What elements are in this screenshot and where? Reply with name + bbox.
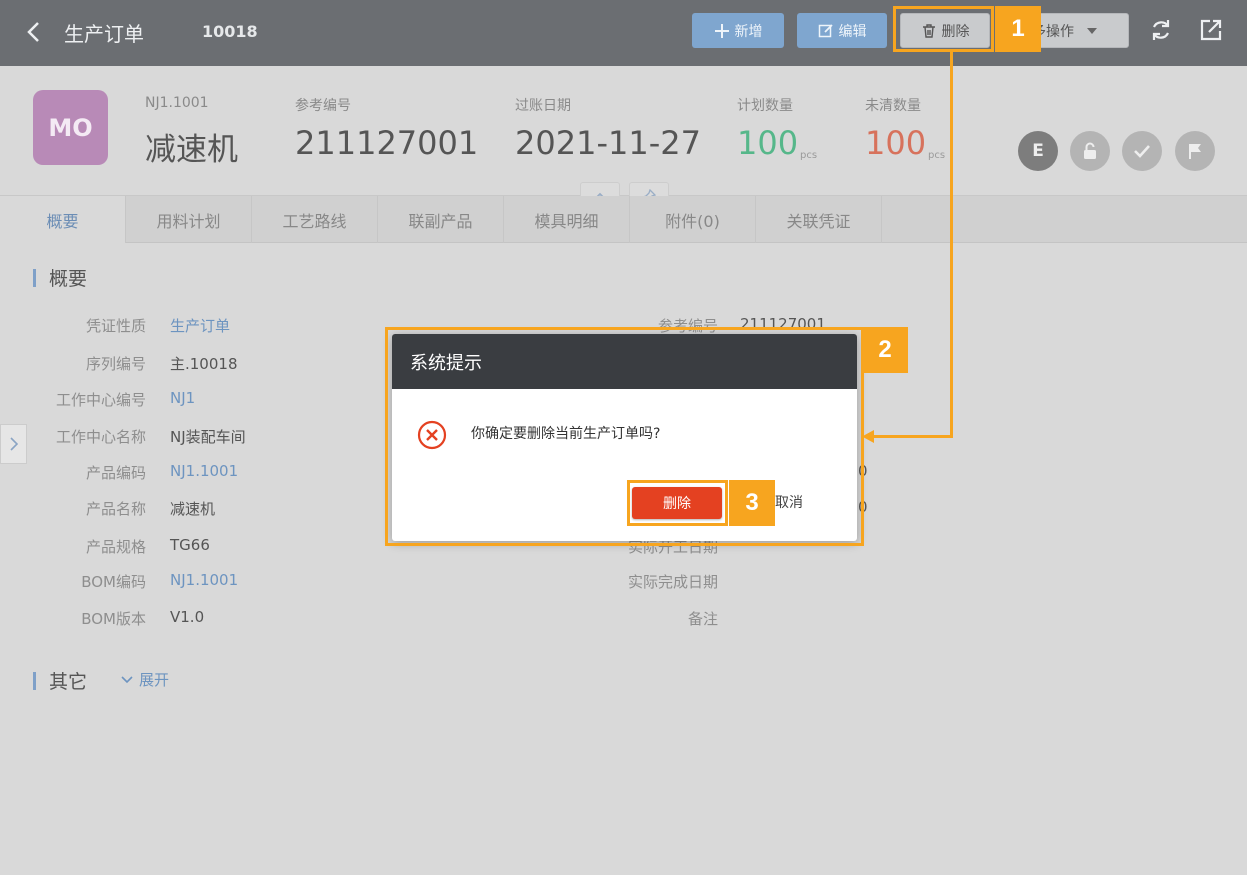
product-code: NJ1.1001 bbox=[145, 95, 209, 111]
edit-button-label: 编辑 bbox=[838, 23, 867, 40]
field-value: NJ装配车间 bbox=[170, 428, 246, 446]
open-qty-value: 100 bbox=[865, 124, 927, 162]
edit-button[interactable]: 编辑 bbox=[797, 13, 887, 48]
annotation-box-2 bbox=[385, 327, 864, 546]
tab-overview[interactable]: 概要 bbox=[0, 196, 126, 243]
field-value: TG66 bbox=[170, 536, 210, 554]
arrow-left-icon bbox=[862, 430, 874, 443]
chevron-right-icon bbox=[9, 437, 18, 451]
check-icon[interactable] bbox=[1122, 131, 1162, 171]
field-value: 主.10018 bbox=[170, 355, 238, 373]
plan-qty-label: 计划数量 bbox=[737, 98, 793, 114]
tab-related-vouchers[interactable]: 关联凭证 bbox=[756, 196, 882, 243]
open-qty-unit: pcs bbox=[928, 150, 946, 161]
field-label: 产品编码 bbox=[85, 464, 146, 482]
field-value-link[interactable]: 生产订单 bbox=[170, 315, 230, 336]
share-icon[interactable] bbox=[1198, 17, 1224, 43]
field-label: 序列编号 bbox=[85, 355, 146, 373]
refresh-icon[interactable] bbox=[1148, 17, 1174, 43]
field-label: 工作中心编号 bbox=[55, 391, 146, 409]
field-label: 备注 bbox=[687, 610, 718, 628]
add-button[interactable]: 新增 bbox=[692, 13, 784, 48]
field-label: 产品规格 bbox=[85, 538, 146, 556]
expand-label: 展开 bbox=[139, 671, 170, 689]
field-label: 产品名称 bbox=[85, 500, 146, 518]
annotation-connector bbox=[872, 435, 953, 438]
top-bar: 生产订单 10018 新增 编辑 删除 多操作 bbox=[0, 0, 1247, 66]
field-label: BOM版本 bbox=[81, 610, 146, 628]
edit-icon bbox=[818, 23, 833, 37]
open-qty-label: 未清数量 bbox=[865, 98, 921, 114]
tab-mold-details[interactable]: 模具明细 bbox=[504, 196, 630, 243]
document-number: 10018 bbox=[202, 22, 258, 41]
flag-icon[interactable] bbox=[1175, 131, 1215, 171]
other-section-title: 其它 bbox=[33, 667, 87, 694]
annotation-box-3 bbox=[627, 480, 728, 526]
tab-bar: 概要 用料计划 工艺路线 联副产品 模具明细 附件(0) 关联凭证 bbox=[0, 196, 1247, 243]
field-value-link[interactable]: NJ1.1001 bbox=[170, 571, 238, 589]
side-panel-toggle[interactable] bbox=[0, 424, 27, 464]
annotation-number-2: 2 bbox=[862, 327, 908, 373]
lock-icon[interactable] bbox=[1070, 131, 1110, 171]
plan-qty-value: 100 bbox=[737, 124, 799, 162]
annotation-number-1: 1 bbox=[995, 6, 1041, 52]
status-e-icon[interactable]: E bbox=[1018, 131, 1058, 171]
overview-section-title: 概要 bbox=[33, 264, 87, 291]
back-arrow-icon[interactable] bbox=[22, 20, 46, 44]
ref-number-value: 211127001 bbox=[295, 124, 479, 162]
field-label: BOM编码 bbox=[81, 573, 146, 591]
field-value: V1.0 bbox=[170, 608, 205, 626]
annotation-connector bbox=[950, 52, 953, 438]
field-value-link[interactable]: NJ1 bbox=[170, 389, 195, 407]
plus-icon bbox=[714, 23, 729, 38]
caret-down-icon bbox=[1087, 27, 1097, 34]
order-header: MO NJ1.1001 减速机 参考编号 211127001 过账日期 2021… bbox=[0, 66, 1247, 210]
field-value-link[interactable]: NJ1.1001 bbox=[170, 462, 238, 480]
annotation-box-1 bbox=[893, 6, 994, 52]
field-label: 凭证性质 bbox=[85, 317, 146, 335]
product-name: 减速机 bbox=[145, 132, 238, 168]
ref-number-label: 参考编号 bbox=[295, 98, 351, 114]
avatar: MO bbox=[33, 90, 108, 165]
tab-material-plan[interactable]: 用料计划 bbox=[126, 196, 252, 243]
field-label: 实际完成日期 bbox=[627, 573, 718, 591]
chevron-down-icon bbox=[121, 675, 133, 683]
tab-co-products[interactable]: 联副产品 bbox=[378, 196, 504, 243]
tab-routing[interactable]: 工艺路线 bbox=[252, 196, 378, 243]
page-title: 生产订单 bbox=[64, 22, 144, 46]
plan-qty-unit: pcs bbox=[800, 150, 818, 161]
expand-toggle[interactable]: 展开 bbox=[121, 669, 169, 690]
annotation-number-3: 3 bbox=[729, 480, 775, 526]
post-date-value: 2021-11-27 bbox=[515, 124, 701, 162]
post-date-label: 过账日期 bbox=[515, 98, 571, 114]
add-button-label: 新增 bbox=[734, 23, 763, 40]
field-value: 减速机 bbox=[170, 500, 216, 518]
tab-attachments[interactable]: 附件(0) bbox=[630, 196, 756, 243]
